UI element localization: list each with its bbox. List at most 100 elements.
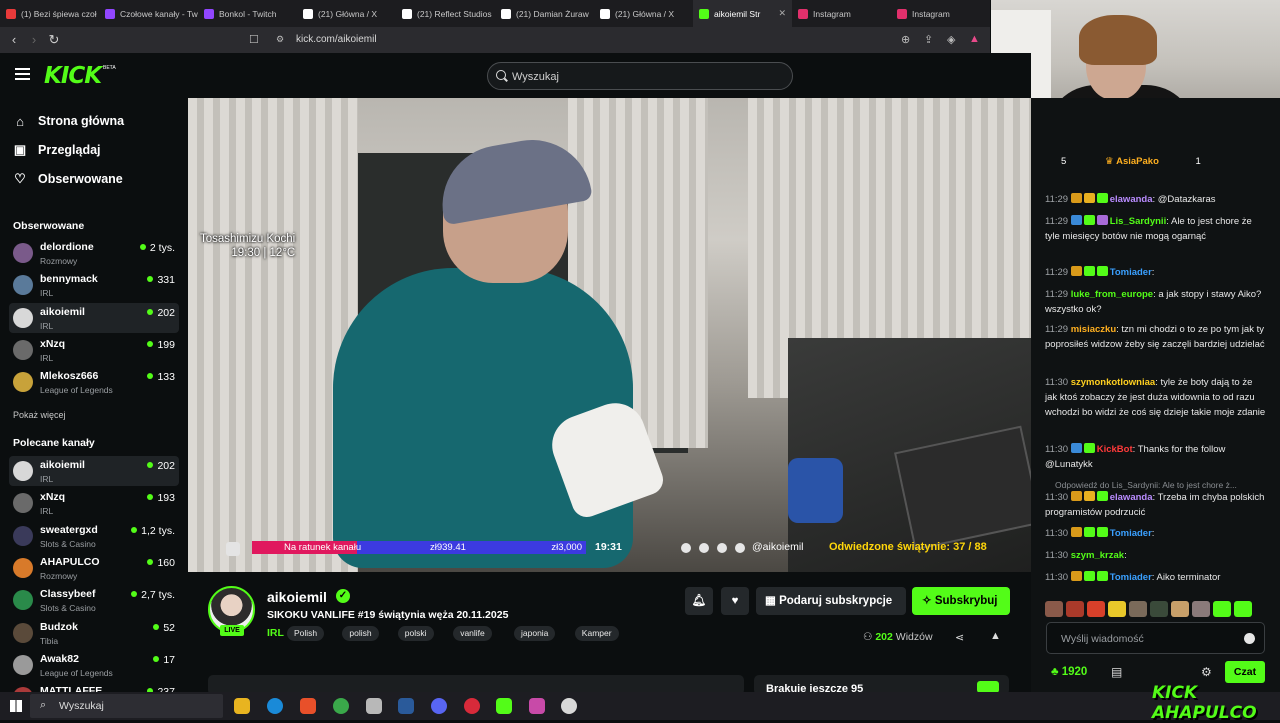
sidebar-channel-bennymack[interactable]: bennymack IRL 331 bbox=[9, 270, 179, 300]
browser-tab[interactable]: (21) Główna / X bbox=[594, 0, 693, 27]
tab-close-icon[interactable]: ✕ bbox=[778, 8, 786, 19]
chat-username[interactable]: szym_krzak bbox=[1071, 550, 1124, 561]
follow-button[interactable]: ♥ bbox=[721, 587, 749, 615]
tool-icon[interactable] bbox=[561, 698, 577, 714]
browser-tab[interactable]: Bonkol - Twitch bbox=[198, 0, 297, 27]
chat-input[interactable]: Wyślij wiadomość bbox=[1046, 622, 1265, 654]
forward-icon[interactable]: › bbox=[26, 32, 42, 47]
category-link[interactable]: IRL bbox=[267, 627, 284, 639]
sidebar-channel-mlekosz666[interactable]: Mlekosz666 League of Legends 133 bbox=[9, 367, 179, 397]
browser-tab[interactable]: (1) Bezi śpiewa czoł bbox=[0, 0, 99, 27]
menu-icon[interactable] bbox=[15, 68, 30, 80]
search-input[interactable]: Wyszukaj bbox=[487, 62, 793, 90]
sidebar-channel-aikoiemil[interactable]: aikoiemil IRL 202 bbox=[9, 302, 179, 333]
sidebar-channel-classybeef[interactable]: Classybeef Slots & Casino 2,7 tys. bbox=[9, 585, 179, 615]
back-icon[interactable]: ‹ bbox=[6, 32, 22, 47]
sidebar-channel-delordione[interactable]: delordione Rozmowy 2 tys. bbox=[9, 238, 179, 268]
chat-username[interactable]: luke_from_europe bbox=[1071, 289, 1153, 300]
emote-icon[interactable] bbox=[1213, 601, 1231, 617]
emote-bar bbox=[1045, 601, 1252, 619]
sidebar-channel-awak82[interactable]: Awak82 League of Legends 17 bbox=[9, 650, 179, 680]
edge-icon[interactable] bbox=[267, 698, 283, 714]
address-bar[interactable]: kick.com/aikoiemil bbox=[296, 34, 377, 45]
browser-tab[interactable]: aikoiemil Str ✕ bbox=[693, 0, 792, 27]
emote-icon[interactable] bbox=[1192, 601, 1210, 617]
taskbar-search[interactable]: ⌕ Wyszukaj bbox=[30, 694, 223, 718]
rewards-icon[interactable]: ▲ bbox=[969, 33, 980, 45]
reload-icon[interactable]: ↻ bbox=[46, 32, 62, 48]
chat-username[interactable]: Tomiader bbox=[1110, 267, 1152, 278]
chat-username[interactable]: elawanda bbox=[1110, 492, 1153, 503]
emote-icon[interactable] bbox=[1066, 601, 1084, 617]
sidebar-channel-mattlaffe[interactable]: MATTLAFFE237 bbox=[9, 682, 179, 692]
chat-username[interactable]: Lis_Sardynii bbox=[1110, 216, 1167, 227]
nav-home[interactable]: ⌂ Strona główna bbox=[13, 111, 124, 131]
pinned-user[interactable]: AsiaPako bbox=[1116, 156, 1159, 167]
chat-username[interactable]: szymonkotlowniaa bbox=[1071, 377, 1155, 388]
kick-logo[interactable]: KICK bbox=[44, 63, 102, 89]
gift-subs-button[interactable]: ▦ Podaruj subskrypcje bbox=[756, 587, 906, 615]
shield-icon[interactable]: ◈ bbox=[947, 33, 955, 46]
emote-icon[interactable] bbox=[1150, 601, 1168, 617]
chat-username[interactable]: elawanda bbox=[1110, 194, 1153, 205]
steam-icon[interactable] bbox=[398, 698, 414, 714]
emoji-icon[interactable] bbox=[1244, 633, 1255, 644]
brave-icon[interactable] bbox=[300, 698, 316, 714]
sidebar-channel-budzok[interactable]: Budzok Tibia 52 bbox=[9, 618, 179, 648]
tag-polish[interactable]: Polish bbox=[287, 626, 325, 641]
sidebar-channel-xnzq[interactable]: xNzq IRL 199 bbox=[9, 335, 179, 365]
nav-following[interactable]: ♡ Obserwowane bbox=[13, 169, 123, 189]
browser-tab[interactable]: Instagram bbox=[891, 0, 990, 27]
obs-icon[interactable] bbox=[464, 698, 480, 714]
subscribe-button[interactable]: ✧ Subskrybuj bbox=[912, 587, 1010, 615]
browser-tab[interactable]: (21) Damian Żuraw bbox=[495, 0, 594, 27]
chat-username[interactable]: KickBot bbox=[1097, 444, 1133, 455]
zoom-icon[interactable]: ⊕ bbox=[901, 33, 910, 46]
emote-icon[interactable] bbox=[1171, 601, 1189, 617]
nav-browse[interactable]: ▣ Przeglądaj bbox=[13, 140, 101, 160]
report-icon[interactable]: ▲ bbox=[990, 630, 1001, 642]
browser-tab[interactable]: (21) Główna / X bbox=[297, 0, 396, 27]
chat-send-button[interactable]: Czat bbox=[1225, 661, 1265, 683]
file-explorer-icon[interactable] bbox=[234, 698, 250, 714]
app-icon[interactable] bbox=[529, 698, 545, 714]
chat-username[interactable]: Tomiader bbox=[1110, 572, 1152, 583]
sidebar-channel-sweatergxd[interactable]: sweatergxd Slots & Casino 1,2 tys. bbox=[9, 521, 179, 551]
share-page-icon[interactable]: ⇪ bbox=[924, 33, 933, 46]
channel-points[interactable]: ♣ 1920 bbox=[1051, 666, 1087, 678]
browser-tab[interactable]: Czołowe kanały - Tw bbox=[99, 0, 198, 27]
chat-username[interactable]: Tomiader bbox=[1110, 528, 1152, 539]
emote-icon[interactable] bbox=[1087, 601, 1105, 617]
tag-kamper[interactable]: Kamper bbox=[574, 626, 619, 641]
emote-icon[interactable] bbox=[1234, 601, 1252, 617]
show-more-link[interactable]: Pokaż więcej bbox=[13, 410, 66, 420]
tag-japonia[interactable]: japonia bbox=[514, 626, 556, 641]
kick-app-icon[interactable] bbox=[496, 698, 512, 714]
emote-icon[interactable] bbox=[1045, 601, 1063, 617]
sidebar-channel-xnzq[interactable]: xNzq IRL 193 bbox=[9, 488, 179, 518]
tag-polski[interactable]: polski bbox=[397, 626, 434, 641]
chrome-icon[interactable] bbox=[333, 698, 349, 714]
bookmark-icon[interactable]: ☐ bbox=[249, 33, 259, 46]
chat-settings-icon[interactable]: ⚙ bbox=[1201, 665, 1212, 679]
emote-icon[interactable] bbox=[1108, 601, 1126, 617]
sidebar-channel-ahapulco[interactable]: AHAPULCO Rozmowy 160 bbox=[9, 553, 179, 583]
browser-tab[interactable]: (21) Reflect Studios bbox=[396, 0, 495, 27]
emote-icon[interactable] bbox=[1129, 601, 1147, 617]
share-icon[interactable]: ⋖ bbox=[955, 631, 964, 644]
site-info-icon[interactable]: ⚙ bbox=[276, 34, 284, 45]
chat-username[interactable]: misiaczku bbox=[1071, 324, 1116, 335]
notifications-button[interactable]: 🔔︎ bbox=[685, 587, 713, 615]
channel-name[interactable]: aikoiemil bbox=[267, 589, 327, 605]
tag-vanlife[interactable]: vanlife bbox=[453, 626, 492, 641]
browser-tab[interactable]: Instagram bbox=[792, 0, 891, 27]
discord-icon[interactable] bbox=[431, 698, 447, 714]
windows-start-icon[interactable] bbox=[10, 700, 22, 712]
store-icon[interactable]: ▤ bbox=[1111, 665, 1122, 679]
notes-icon[interactable] bbox=[366, 698, 382, 714]
channel-viewer-count: 2 tys. bbox=[149, 242, 175, 254]
stream-overlay-bar: Na ratunek kanału zł939.41 zł3,000 19:31… bbox=[218, 538, 1031, 562]
tag-polish[interactable]: polish bbox=[342, 626, 379, 641]
video-player[interactable]: Tosashimizu Kochi 19:30 | 12°C Na ratune… bbox=[188, 98, 1031, 572]
sidebar-channel-aikoiemil[interactable]: aikoiemil IRL 202 bbox=[9, 456, 179, 486]
